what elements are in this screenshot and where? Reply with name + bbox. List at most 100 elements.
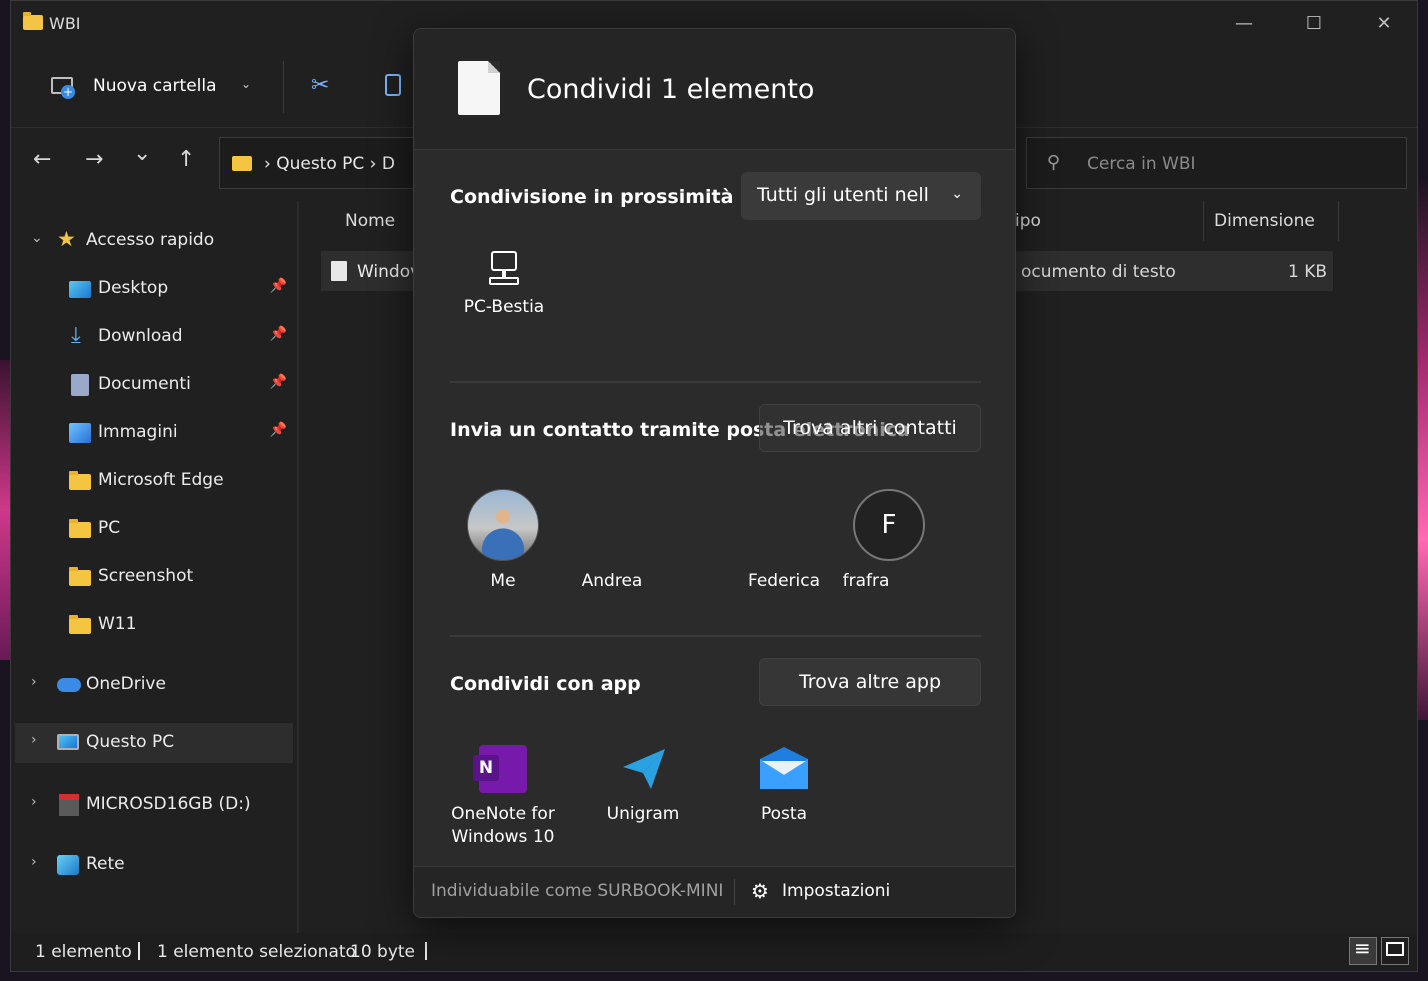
status-divider xyxy=(425,942,427,960)
status-item-count: 1 elemento xyxy=(35,942,132,962)
onedrive-icon xyxy=(57,678,81,692)
folder-icon xyxy=(23,12,43,30)
folder-icon xyxy=(69,615,91,634)
sidebar-item-desktop[interactable]: Desktop 📌 xyxy=(15,269,293,309)
sidebar-item-pc[interactable]: PC xyxy=(15,509,293,549)
app-name: Unigram xyxy=(606,804,680,824)
avatar xyxy=(467,489,539,561)
large-icons-view-icon[interactable] xyxy=(1381,937,1409,965)
button-label: Trova altre app xyxy=(798,671,942,693)
sidebar-item-label: Accesso rapido xyxy=(86,230,215,250)
sidebar-item-label: Microsoft Edge xyxy=(98,470,224,490)
find-contacts-button[interactable]: Trova altri contatti xyxy=(759,404,981,452)
new-folder-button[interactable]: Nuova cartella xyxy=(93,76,217,96)
mail-icon xyxy=(760,745,808,793)
sidebar-item-microsoft-edge[interactable]: Microsoft Edge xyxy=(15,461,293,501)
details-view-icon[interactable] xyxy=(1349,936,1377,965)
column-header-type[interactable]: ipo xyxy=(1015,211,1041,231)
sidebar-item-microsd[interactable]: › MICROSD16GB (D:) xyxy=(15,785,293,825)
discoverable-text: Individuabile come SURBOOK-MINI xyxy=(431,881,724,901)
sidebar-item-w11[interactable]: W11 xyxy=(15,605,293,645)
folder-icon xyxy=(69,567,91,586)
desktop-icon xyxy=(69,281,91,298)
up-arrow-icon[interactable]: ↑ xyxy=(177,147,195,172)
sidebar-item-quick-access[interactable]: ⌄ ★ Accesso rapido xyxy=(15,221,293,261)
computer-icon xyxy=(489,251,519,287)
sidebar-item-label: Questo PC xyxy=(86,732,175,752)
sidebar-item-this-pc[interactable]: › Questo PC xyxy=(15,723,293,763)
column-header-name[interactable]: Nome xyxy=(345,211,395,231)
file-type: ocumento di testo xyxy=(1021,262,1176,282)
documents-icon xyxy=(71,374,89,396)
download-icon: ⤓ xyxy=(71,323,81,348)
chevron-down-icon[interactable]: ⌄ xyxy=(31,230,43,246)
settings-link[interactable]: Impostazioni xyxy=(782,881,890,901)
document-icon xyxy=(458,61,500,115)
status-divider xyxy=(138,942,140,960)
chevron-down-icon: ⌄ xyxy=(951,186,963,202)
minimize-button[interactable]: — xyxy=(1221,9,1267,39)
column-divider[interactable] xyxy=(1203,201,1204,241)
chevron-down-icon[interactable]: ⌄ xyxy=(241,77,251,91)
nearby-device[interactable]: PC-Bestia xyxy=(454,251,554,317)
status-bar: 1 elemento 1 elemento selezionato 10 byt… xyxy=(11,933,1417,971)
pin-icon: 📌 xyxy=(269,422,287,438)
close-button[interactable]: ✕ xyxy=(1361,9,1407,39)
sidebar-item-label: Documenti xyxy=(98,374,191,394)
copy-icon[interactable] xyxy=(385,74,401,96)
gear-icon[interactable]: ⚙ xyxy=(751,879,769,903)
chevron-right-icon[interactable]: › xyxy=(31,854,37,870)
scissors-icon[interactable]: ✂ xyxy=(311,73,329,98)
sidebar-item-onedrive[interactable]: › OneDrive xyxy=(15,665,293,705)
folder-icon xyxy=(69,471,91,490)
status-size: 10 byte xyxy=(350,942,416,962)
chevron-right-icon[interactable]: › xyxy=(31,674,37,690)
search-box[interactable]: ⚲ Cerca in WBI xyxy=(1026,137,1407,189)
search-placeholder: Cerca in WBI xyxy=(1087,154,1196,174)
app-name: Posta xyxy=(761,804,807,824)
forward-arrow-icon[interactable]: → xyxy=(85,147,103,172)
share-footer: Individuabile come SURBOOK-MINI ⚙ Impost… xyxy=(414,866,1015,917)
sidebar-item-label: Download xyxy=(98,326,183,346)
column-divider[interactable] xyxy=(1338,201,1339,241)
share-header: Condividi 1 elemento xyxy=(414,29,1015,150)
sidebar-item-pictures[interactable]: Immagini 📌 xyxy=(15,413,293,453)
sidebar-item-label: PC xyxy=(98,518,121,538)
section-divider xyxy=(450,635,981,637)
share-dialog: Condividi 1 elemento Condivisione in pro… xyxy=(413,28,1016,918)
search-icon: ⚲ xyxy=(1047,152,1061,173)
new-folder-icon[interactable]: + xyxy=(49,73,77,99)
sidebar-item-download[interactable]: ⤓ Download 📌 xyxy=(15,317,293,357)
avatar xyxy=(576,489,648,561)
sidebar-item-documents[interactable]: Documenti 📌 xyxy=(15,365,293,405)
sidebar-item-label: Desktop xyxy=(98,278,169,298)
contact-item[interactable]: F frafra xyxy=(834,489,944,591)
dropdown-value: Tutti gli utenti nell xyxy=(757,184,929,206)
device-name: PC-Bestia xyxy=(463,297,545,317)
app-mail[interactable]: Posta xyxy=(724,745,844,826)
contact-name: Andrea xyxy=(581,571,643,591)
section-divider xyxy=(450,381,981,383)
recent-locations-chevron-icon[interactable]: ⌄ xyxy=(133,141,151,166)
sidebar-item-screenshot[interactable]: Screenshot xyxy=(15,557,293,597)
app-unigram[interactable]: Unigram xyxy=(583,745,703,826)
folder-icon xyxy=(232,156,252,171)
column-header-size[interactable]: Dimensione xyxy=(1214,211,1315,231)
contact-item[interactable]: Me xyxy=(448,489,558,591)
pictures-icon xyxy=(69,423,91,443)
chevron-right-icon[interactable]: › xyxy=(31,794,37,810)
sidebar-item-label: Screenshot xyxy=(98,566,194,586)
maximize-button[interactable]: ☐ xyxy=(1291,9,1337,39)
nearby-sharing-dropdown[interactable]: Tutti gli utenti nell ⌄ xyxy=(741,172,981,220)
chevron-right-icon[interactable]: › xyxy=(31,732,37,748)
sidebar-item-label: W11 xyxy=(98,614,137,634)
app-onenote[interactable]: N OneNote for Windows 10 xyxy=(443,745,563,849)
sidebar-item-network[interactable]: › Rete xyxy=(15,845,293,885)
back-arrow-icon[interactable]: ← xyxy=(33,147,51,172)
toolbar-divider xyxy=(283,61,284,113)
sd-card-icon xyxy=(59,794,79,816)
find-apps-button[interactable]: Trova altre app xyxy=(759,658,981,706)
address-path: › Questo PC › D xyxy=(264,154,395,174)
sidebar-item-label: MICROSD16GB (D:) xyxy=(86,794,251,814)
contact-item[interactable]: Andrea xyxy=(557,489,667,591)
